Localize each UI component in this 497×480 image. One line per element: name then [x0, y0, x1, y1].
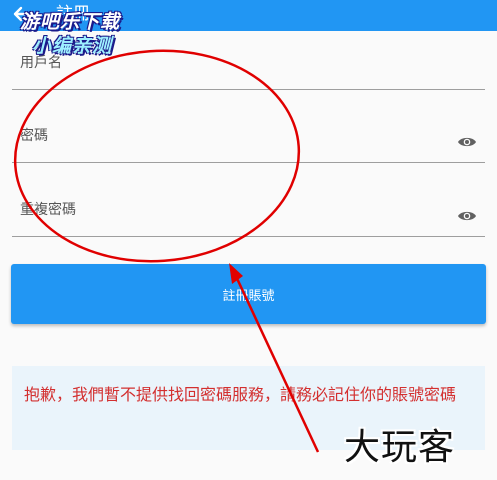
confirm-password-label: 重複密碼 — [20, 202, 76, 218]
password-field[interactable]: 密碼 — [12, 122, 485, 163]
username-label: 用戶名 — [20, 55, 62, 71]
notice-text: 抱歉，我們暫不提供找回密碼服務，請務必記住你的賬號密碼 — [24, 385, 457, 404]
username-field[interactable]: 用戶名 — [12, 49, 485, 90]
eye-icon[interactable] — [457, 208, 477, 222]
confirm-password-field[interactable]: 重複密碼 — [12, 196, 485, 237]
eye-icon[interactable] — [457, 134, 477, 148]
password-label: 密碼 — [20, 128, 48, 144]
register-button[interactable]: 註冊賬號 — [11, 264, 486, 324]
watermark-bottom: 大玩客 — [344, 427, 456, 468]
watermark-line-1: 游吧乐下载 — [20, 11, 121, 33]
